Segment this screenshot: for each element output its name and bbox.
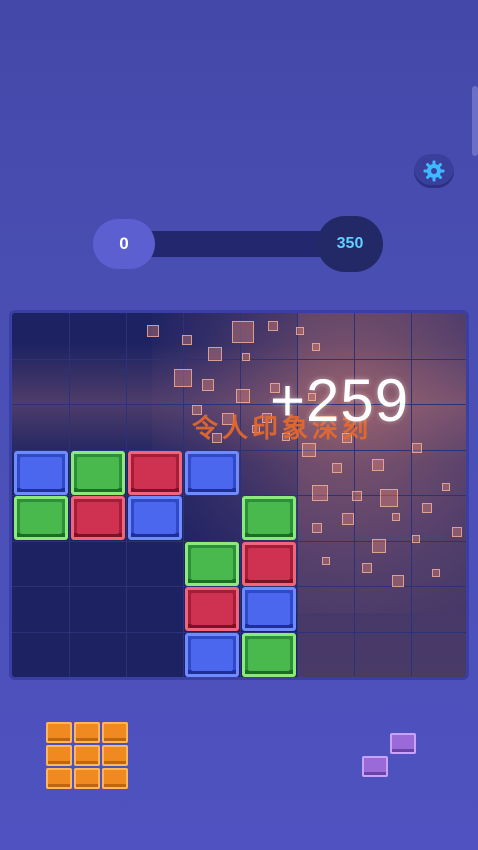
green-block [14, 496, 68, 540]
gear-icon [423, 160, 445, 182]
blue-block [185, 450, 239, 495]
current-score: 0 [93, 219, 155, 269]
spark-particle [372, 459, 384, 471]
piece-cell [74, 722, 100, 743]
green-block [242, 632, 296, 677]
spark-particle [296, 327, 304, 335]
red-block [128, 450, 182, 495]
combo-points: +259 [270, 367, 410, 434]
blue-block [128, 496, 182, 540]
spark-particle [268, 321, 278, 331]
spark-particle [392, 575, 404, 587]
red-block [71, 496, 125, 540]
settings-button[interactable] [414, 154, 454, 188]
spark-particle [352, 491, 362, 501]
scrollbar-thumb[interactable] [472, 86, 478, 156]
piece-cell [102, 768, 128, 789]
piece-cell [390, 733, 416, 754]
spark-particle [232, 321, 254, 343]
spark-particle [442, 483, 450, 491]
spark-particle [322, 557, 330, 565]
spark-particle [174, 369, 192, 387]
grid-line [12, 358, 466, 360]
spark-particle [362, 563, 372, 573]
spark-particle [202, 379, 214, 391]
score-progress: 0 350 [93, 216, 383, 272]
piece-cell [362, 756, 388, 777]
green-block [185, 541, 239, 586]
piece-cell [46, 745, 72, 766]
spark-particle [208, 347, 222, 361]
green-block [71, 450, 125, 495]
purple-diagonal-piece[interactable] [362, 733, 420, 781]
spark-particle [452, 527, 462, 537]
blue-block [185, 632, 239, 677]
piece-cell [74, 768, 100, 789]
spark-particle [182, 335, 192, 345]
blue-block [242, 587, 296, 631]
spark-particle [380, 489, 398, 507]
spark-particle [412, 443, 422, 453]
spark-particle [332, 463, 342, 473]
grid-line [12, 631, 466, 633]
orange-3x3-piece[interactable] [46, 722, 130, 792]
spark-particle [242, 353, 250, 361]
spark-particle [312, 523, 322, 533]
grid-line [12, 540, 466, 542]
spark-particle [392, 513, 400, 521]
spark-particle [422, 503, 432, 513]
spark-particle [312, 343, 320, 351]
spark-particle [302, 443, 316, 457]
spark-particle [236, 389, 250, 403]
piece-cell [102, 722, 128, 743]
spark-particle [147, 325, 159, 337]
piece-cell [46, 768, 72, 789]
piece-cell [102, 745, 128, 766]
spark-particle [312, 485, 328, 501]
spark-particle [432, 569, 440, 577]
green-block [242, 496, 296, 540]
target-score: 350 [317, 216, 383, 272]
blue-block [14, 450, 68, 495]
spark-particle [412, 535, 420, 543]
piece-cell [74, 745, 100, 766]
piece-cell [46, 722, 72, 743]
spark-particle [372, 539, 386, 553]
spark-particle [342, 513, 354, 525]
red-block [242, 541, 296, 586]
red-block [185, 587, 239, 631]
